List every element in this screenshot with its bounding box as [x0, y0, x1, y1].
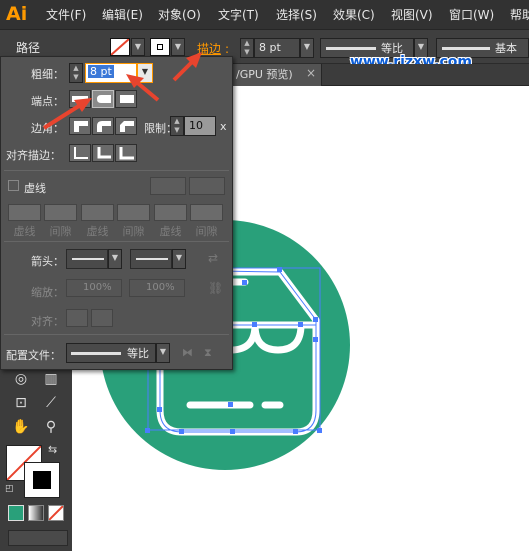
- arrow-to-stroke-link: [172, 52, 202, 82]
- arrow-to-weight-field: [126, 74, 160, 102]
- annotation-arrows: [42, 52, 202, 130]
- arrow-to-round-cap: [42, 98, 92, 130]
